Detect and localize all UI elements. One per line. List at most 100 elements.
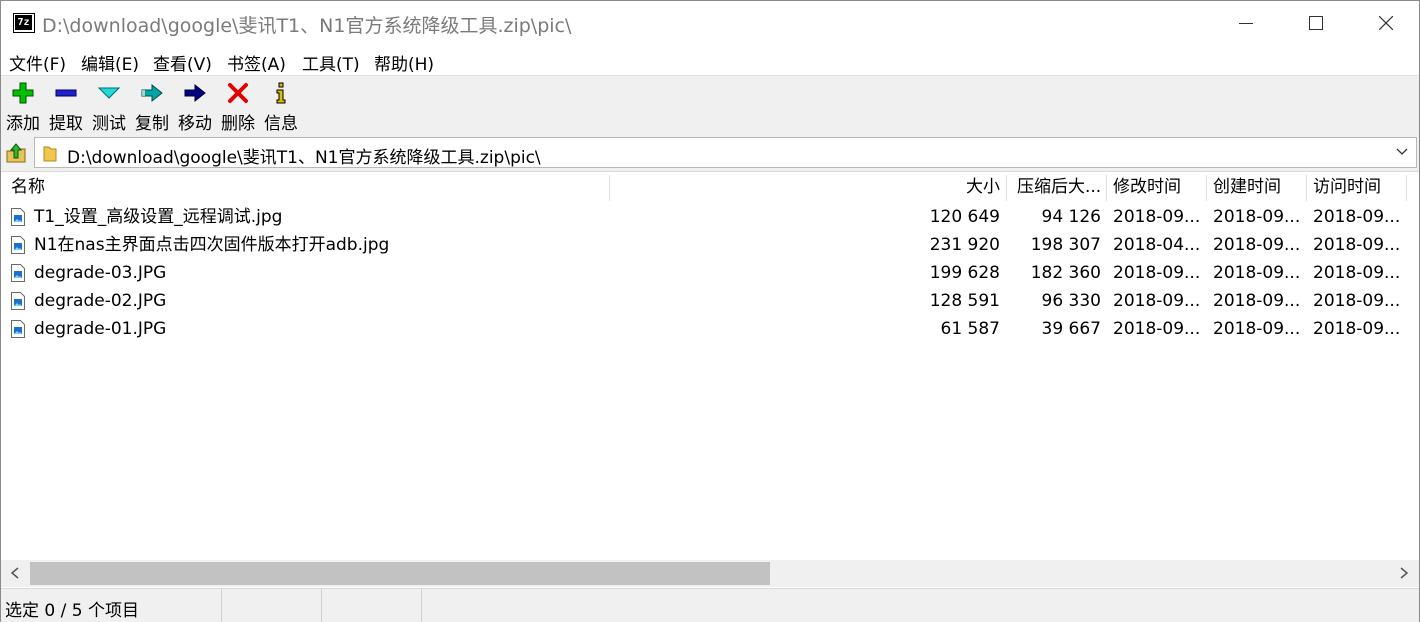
address-bar[interactable]: D:\download\google\斐讯T1、N1官方系统降级工具.zip\p… [34, 137, 1417, 168]
status-segment: 选定 0 / 5 个项目 [1, 589, 222, 622]
file-size: 199 628 [929, 263, 1000, 283]
column-divider[interactable] [1306, 175, 1307, 201]
file-list: 名称 大小 压缩后大... 修改时间 创建时间 访问时间 T1_设置_高级设置_… [1, 171, 1419, 561]
column-header-size[interactable]: 大小 [906, 172, 1000, 202]
file-accessed: 2018-09... [1313, 207, 1401, 227]
file-accessed: 2018-09... [1313, 235, 1401, 255]
file-accessed: 2018-09... [1313, 319, 1401, 339]
file-created: 2018-09... [1213, 263, 1301, 283]
app-window: 7z D:\download\google\斐讯T1、N1官方系统降级工具.zi… [0, 0, 1420, 622]
file-modified: 2018-04... [1113, 235, 1201, 255]
file-size: 61 587 [940, 319, 1000, 339]
file-created: 2018-09... [1213, 235, 1301, 255]
file-name: T1_设置_高级设置_远程调试.jpg [34, 207, 283, 227]
scrollbar-thumb[interactable] [30, 562, 770, 585]
info-button[interactable]: 信息 [261, 76, 301, 136]
column-divider[interactable] [609, 175, 610, 201]
window-title: D:\download\google\斐讯T1、N1官方系统降级工具.zip\p… [42, 15, 572, 37]
add-icon [12, 82, 34, 104]
menu-bar: 文件(F) 编辑(E) 查看(V) 书签(A) 工具(T) 帮助(H) [1, 46, 1419, 75]
menu-file[interactable]: 文件(F) [9, 50, 66, 75]
menu-view[interactable]: 查看(V) [153, 50, 212, 75]
test-icon [98, 87, 120, 99]
file-modified: 2018-09... [1113, 291, 1201, 311]
toolbar: 添加 提取 测试 复制 移动 删除 信息 [1, 75, 1419, 136]
file-row[interactable]: T1_设置_高级设置_远程调试.jpg 120 649 94 126 2018-… [1, 203, 1419, 231]
file-name: degrade-02.JPG [34, 291, 167, 311]
address-path: D:\download\google\斐讯T1、N1官方系统降级工具.zip\p… [67, 148, 541, 168]
column-header-modified[interactable]: 修改时间 [1113, 172, 1181, 202]
column-header-name[interactable]: 名称 [11, 172, 45, 202]
7zip-app-icon: 7z [13, 13, 35, 33]
file-name: degrade-01.JPG [34, 319, 167, 339]
column-divider[interactable] [1106, 175, 1107, 201]
file-packed-size: 96 330 [1041, 291, 1101, 311]
file-name: N1在nas主界面点击四次固件版本打开adb.jpg [34, 235, 390, 255]
extract-icon [55, 89, 77, 97]
address-row: D:\download\google\斐讯T1、N1官方系统降级工具.zip\p… [1, 135, 1419, 171]
file-created: 2018-09... [1213, 319, 1301, 339]
extract-button[interactable]: 提取 [46, 76, 86, 136]
test-button[interactable]: 测试 [89, 76, 129, 136]
close-button[interactable] [1351, 1, 1420, 46]
horizontal-scrollbar[interactable] [1, 560, 1419, 587]
maximize-icon [1309, 16, 1323, 30]
file-row[interactable]: degrade-03.JPG 199 628 182 360 2018-09..… [1, 259, 1419, 287]
folder-icon [43, 146, 57, 162]
file-modified: 2018-09... [1113, 207, 1201, 227]
menu-help[interactable]: 帮助(H) [374, 50, 434, 75]
file-row[interactable]: degrade-02.JPG 128 591 96 330 2018-09...… [1, 287, 1419, 315]
file-packed-size: 182 360 [1030, 263, 1101, 283]
image-file-icon [11, 264, 25, 282]
column-header-created[interactable]: 创建时间 [1213, 172, 1281, 202]
menu-tools[interactable]: 工具(T) [302, 50, 360, 75]
file-accessed: 2018-09... [1313, 291, 1401, 311]
folder-up-icon[interactable] [4, 141, 28, 165]
status-segment [222, 589, 322, 622]
file-packed-size: 198 307 [1030, 235, 1101, 255]
image-file-icon [11, 208, 25, 226]
file-modified: 2018-09... [1113, 319, 1201, 339]
scroll-right-icon[interactable] [1399, 567, 1409, 579]
selection-status: 选定 0 / 5 个项目 [5, 601, 139, 621]
menu-bookmarks[interactable]: 书签(A) [227, 50, 286, 75]
column-header-accessed[interactable]: 访问时间 [1313, 172, 1381, 202]
scroll-left-icon[interactable] [10, 567, 20, 579]
add-button[interactable]: 添加 [3, 76, 43, 136]
file-accessed: 2018-09... [1313, 263, 1401, 283]
copy-button[interactable]: 复制 [132, 76, 172, 136]
image-file-icon [11, 236, 25, 254]
file-created: 2018-09... [1213, 291, 1301, 311]
info-icon [276, 82, 286, 104]
file-size: 120 649 [929, 207, 1000, 227]
delete-icon [228, 83, 248, 103]
image-file-icon [11, 292, 25, 310]
file-created: 2018-09... [1213, 207, 1301, 227]
column-divider[interactable] [1206, 175, 1207, 201]
file-row[interactable]: N1在nas主界面点击四次固件版本打开adb.jpg 231 920 198 3… [1, 231, 1419, 259]
maximize-button[interactable] [1281, 1, 1351, 46]
chevron-down-icon[interactable] [1396, 148, 1408, 156]
title-bar: 7z D:\download\google\斐讯T1、N1官方系统降级工具.zi… [1, 1, 1419, 46]
file-packed-size: 94 126 [1041, 207, 1101, 227]
delete-button[interactable]: 删除 [218, 76, 258, 136]
move-button[interactable]: 移动 [175, 76, 215, 136]
image-file-icon [11, 320, 25, 338]
file-row[interactable]: degrade-01.JPG 61 587 39 667 2018-09... … [1, 315, 1419, 343]
status-bar: 选定 0 / 5 个项目 [1, 588, 1419, 622]
column-header-packed-size[interactable]: 压缩后大... [1017, 172, 1101, 202]
file-modified: 2018-09... [1113, 263, 1201, 283]
status-segment [322, 589, 422, 622]
file-name: degrade-03.JPG [34, 263, 167, 283]
column-divider[interactable] [1006, 175, 1007, 201]
copy-icon [141, 83, 163, 103]
move-icon [184, 83, 206, 103]
minimize-icon [1239, 23, 1253, 24]
close-icon [1379, 16, 1393, 30]
file-size: 231 920 [929, 235, 1000, 255]
file-packed-size: 39 667 [1041, 319, 1101, 339]
menu-edit[interactable]: 编辑(E) [81, 50, 139, 75]
column-divider[interactable] [1406, 175, 1407, 201]
minimize-button[interactable] [1211, 1, 1281, 46]
file-size: 128 591 [929, 291, 1000, 311]
